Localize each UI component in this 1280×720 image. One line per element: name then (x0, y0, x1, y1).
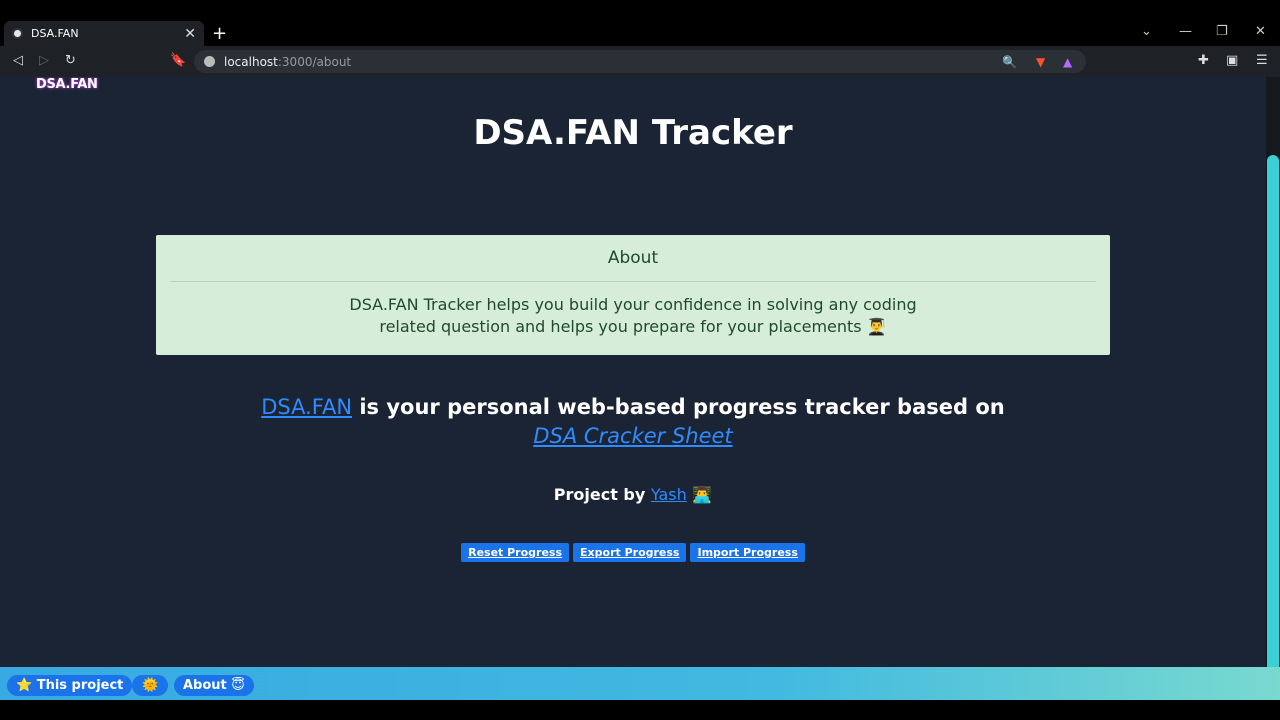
letterbox-bar (0, 700, 1280, 720)
menu-icon[interactable]: ☰ (1256, 53, 1268, 68)
bookmark-icon[interactable]: 🔖 (170, 53, 186, 68)
restore-icon[interactable]: ❐ (1216, 24, 1228, 39)
reset-progress-button[interactable]: Reset Progress (461, 543, 570, 562)
project-by-label: Project by (553, 485, 646, 504)
forward-icon[interactable]: ▷ (39, 53, 49, 68)
export-progress-button[interactable]: Export Progress (573, 543, 687, 562)
zoom-icon[interactable]: 🔍 (1002, 55, 1017, 69)
page-content: DSA.FAN DSA.FAN Tracker About DSA.FAN Tr… (0, 77, 1266, 667)
brave-shield-icon[interactable]: ▼ (1036, 55, 1045, 69)
theme-toggle-button[interactable]: 🌞 (132, 675, 169, 696)
project-by: Project by Yash 👨‍💻 (0, 485, 1266, 504)
browser-toolbar: ◁ ▷ ↻ 🔖 localhost :3000/about 🔍 ▼ ▲ ✚ ▣ … (0, 46, 1280, 77)
minimize-icon[interactable]: — (1179, 24, 1192, 39)
about-card: About DSA.FAN Tracker helps you build yo… (156, 235, 1110, 355)
page-title: DSA.FAN Tracker (473, 113, 793, 153)
progress-buttons: Reset Progress Export Progress Import Pr… (0, 543, 1266, 562)
scrollbar-thumb[interactable] (1267, 155, 1279, 667)
about-button[interactable]: About 😇 (174, 675, 254, 696)
dsa-cracker-sheet-link[interactable]: DSA Cracker Sheet (533, 424, 732, 448)
back-icon[interactable]: ◁ (13, 53, 23, 68)
tagline: DSA.FAN is your personal web-based progr… (0, 393, 1266, 451)
extensions-icon[interactable]: ✚ (1198, 53, 1209, 68)
bottom-bar: ⭐ This project 🌞 About 😇 (0, 667, 1280, 700)
close-tab-icon[interactable]: ✕ (184, 26, 196, 42)
import-progress-button[interactable]: Import Progress (690, 543, 805, 562)
url-path: :3000/about (277, 54, 352, 69)
site-logo[interactable]: DSA.FAN (36, 77, 98, 92)
tab-title: DSA.FAN (31, 27, 79, 40)
tab-search-icon[interactable]: ⌄ (1141, 24, 1152, 39)
this-project-button[interactable]: ⭐ This project (7, 675, 133, 696)
browser-tab[interactable]: DSA.FAN ✕ (4, 21, 204, 46)
close-window-icon[interactable]: ✕ (1255, 24, 1266, 39)
address-bar[interactable]: localhost :3000/about 🔍 ▼ ▲ (194, 50, 1086, 73)
url-host: localhost (224, 54, 278, 69)
reload-icon[interactable]: ↻ (65, 53, 76, 68)
favicon-icon (12, 28, 23, 39)
new-tab-icon[interactable]: + (212, 23, 227, 44)
dsa-fan-link[interactable]: DSA.FAN (261, 395, 352, 419)
about-body: DSA.FAN Tracker helps you build your con… (349, 295, 917, 336)
wallet-icon[interactable]: ▣ (1226, 53, 1238, 68)
browser-tabstrip: DSA.FAN ✕ + ⌄ — ❐ ✕ (0, 0, 1280, 46)
site-info-icon[interactable] (204, 56, 215, 67)
tagline-text: is your personal web-based progress trac… (359, 395, 1005, 419)
brave-rewards-icon[interactable]: ▲ (1063, 55, 1072, 69)
developer-emoji-icon: 👨‍💻 (692, 485, 713, 504)
about-heading: About (170, 235, 1096, 282)
author-link[interactable]: Yash (651, 485, 687, 504)
